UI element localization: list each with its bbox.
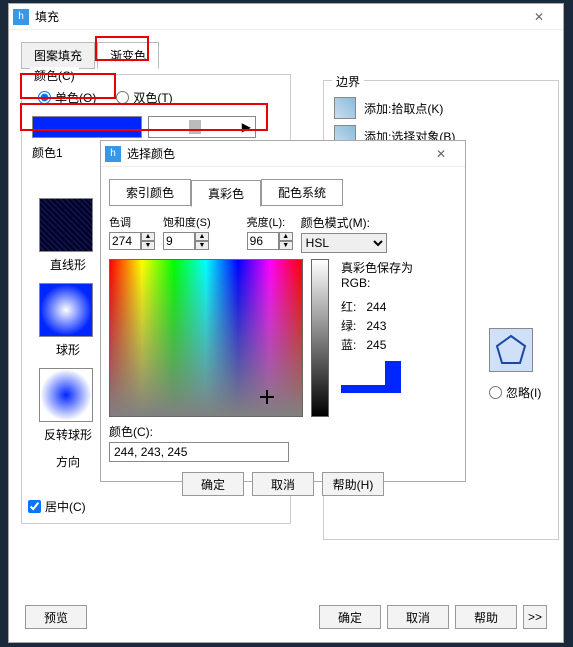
luminance-bar[interactable] [311,259,329,417]
hue-up[interactable]: ▲ [141,232,155,241]
center-checkbox[interactable]: 居中(C) [28,498,86,515]
ignore-radio[interactable]: 忽略(I) [489,384,541,401]
color-field[interactable] [109,259,303,417]
sat-spin: 饱和度(S) ▲▼ [163,214,211,253]
color-group-legend: 颜色(C) [30,67,79,84]
b-value: 245 [366,338,386,352]
tabstrip: 图案填充 渐变色 [21,42,551,69]
titlebar: h 填充 ✕ [9,4,563,30]
swatch-linear[interactable] [39,198,93,252]
ignore-radio-input[interactable] [489,386,502,399]
ok-button[interactable]: 确定 [319,605,381,629]
sat-down[interactable]: ▼ [195,241,209,250]
close-icon[interactable]: ✕ [519,4,559,30]
dlg-ok-button[interactable]: 确定 [182,472,244,496]
color-mode: 颜色模式(M): HSL [301,214,387,253]
swatch-direction-label: 方向 [39,453,97,470]
color-text-input[interactable] [109,442,289,462]
hatch-preview [489,328,533,372]
shade-preview [189,120,201,134]
dlg-content: 索引颜色 真彩色 配色系统 色调 ▲▼ 饱和度(S) ▲▼ 亮度(L): ▲▼ … [101,167,465,481]
lum-input[interactable] [247,232,279,250]
boundary-legend: 边界 [332,73,364,90]
sat-input[interactable] [163,232,195,250]
color-readout: 真彩色保存为 RGB: 红: 244 绿: 243 蓝: 245 [341,259,413,417]
lum-down[interactable]: ▼ [279,241,293,250]
swatch-inverse-sphere-label: 反转球形 [39,426,97,443]
sat-up[interactable]: ▲ [195,232,209,241]
dlg-cancel-button[interactable]: 取消 [252,472,314,496]
saveas-label: 真彩色保存为 [341,259,413,276]
swatch-inverse-sphere[interactable] [39,368,93,422]
color-mode-row: 单色(O) 双色(T) [38,89,280,106]
bottom-bar: 预览 确定 取消 帮助 >> [9,592,563,642]
swatch-sphere[interactable] [39,283,93,337]
radio-double-input[interactable] [116,91,129,104]
radio-single-input[interactable] [38,91,51,104]
gradient-swatches: 直线形 球形 反转球形 方向 [39,198,97,480]
hsl-row: 色调 ▲▼ 饱和度(S) ▲▼ 亮度(L): ▲▼ 颜色模式(M): HSL [109,214,457,253]
hue-input[interactable] [109,232,141,250]
pick-point-icon [334,97,356,119]
r-value: 244 [366,300,386,314]
tab-color-system[interactable]: 配色系统 [261,179,343,206]
expand-button[interactable]: >> [523,605,547,629]
color1-swatch[interactable] [32,116,142,138]
help-button[interactable]: 帮助 [455,605,517,629]
cancel-button[interactable]: 取消 [387,605,449,629]
close-icon[interactable]: ✕ [421,141,461,167]
hue-spin: 色调 ▲▼ [109,214,155,253]
window-title: 填充 [35,8,519,25]
rgb-values: 红: 244 绿: 243 蓝: 245 [341,298,413,353]
add-pick-point[interactable]: 添加:拾取点(K) [334,97,548,119]
lum-up[interactable]: ▲ [279,232,293,241]
g-value: 243 [366,319,386,333]
swatch-sphere-label: 球形 [39,341,97,358]
color-picker-dialog: h 选择颜色 ✕ 索引颜色 真彩色 配色系统 色调 ▲▼ 饱和度(S) ▲▼ 亮… [100,140,466,482]
radio-double-color[interactable]: 双色(T) [116,89,172,106]
new-color-preview [341,361,401,393]
app-icon: h [105,146,121,162]
color-mode-select[interactable]: HSL [301,233,387,253]
color-pick-row: 真彩色保存为 RGB: 红: 244 绿: 243 蓝: 245 [109,259,457,417]
center-checkbox-input[interactable] [28,500,41,513]
color-row: ▶ [32,116,280,138]
chevron-right-icon: ▶ [242,120,251,134]
hue-down[interactable]: ▼ [141,241,155,250]
lum-spin: 亮度(L): ▲▼ [247,214,293,253]
tab-pattern-fill[interactable]: 图案填充 [21,42,95,69]
rgb-label: RGB: [341,276,413,290]
tab-true-color[interactable]: 真彩色 [191,180,261,207]
tab-gradient[interactable]: 渐变色 [97,42,159,69]
dlg-title: 选择颜色 [127,145,421,162]
radio-single-color[interactable]: 单色(O) [38,89,96,106]
crosshair-icon [260,390,274,404]
app-icon: h [13,9,29,25]
swatch-linear-label: 直线形 [39,256,97,273]
color-c-label: 颜色(C): [109,423,457,440]
pentagon-icon [494,333,528,367]
preview-button[interactable]: 预览 [25,605,87,629]
shade-combo[interactable]: ▶ [148,116,256,138]
dlg-buttons: 确定 取消 帮助(H) [109,472,457,496]
dlg-help-button[interactable]: 帮助(H) [322,472,384,496]
tab-index-color[interactable]: 索引颜色 [109,179,191,206]
dlg-titlebar: h 选择颜色 ✕ [101,141,465,167]
dlg-tabstrip: 索引颜色 真彩色 配色系统 [109,179,457,206]
